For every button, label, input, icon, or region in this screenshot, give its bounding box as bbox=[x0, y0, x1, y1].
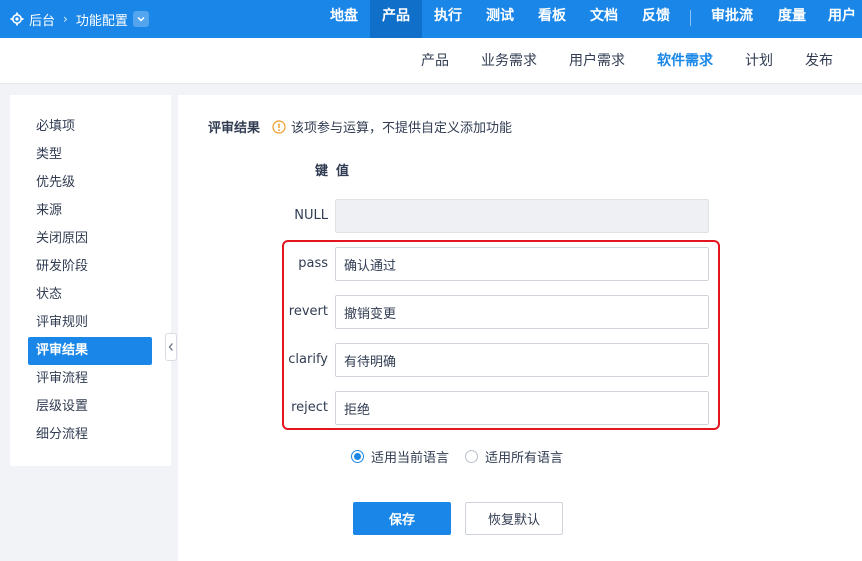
gear-icon bbox=[10, 12, 24, 26]
settings-sidebar: 必填项 类型 优先级 来源 关闭原因 研发阶段 状态 评审规则 评审结果 评审流… bbox=[10, 95, 171, 466]
column-header-key: 键 bbox=[315, 164, 329, 179]
nav-item-test[interactable]: 测试 bbox=[474, 0, 526, 38]
sidebar-item-status[interactable]: 状态 bbox=[28, 281, 152, 309]
row-key-null: NULL bbox=[294, 208, 328, 223]
nav-item-product[interactable]: 产品 bbox=[370, 0, 422, 38]
sidebar-item-required[interactable]: 必填项 bbox=[28, 113, 152, 141]
sidebar-item-close-reason[interactable]: 关闭原因 bbox=[28, 225, 152, 253]
value-input-reject[interactable] bbox=[335, 391, 709, 425]
sidebar-collapse-button[interactable] bbox=[165, 333, 177, 361]
subnav-product[interactable]: 产品 bbox=[421, 38, 449, 84]
sidebar-item-sub-flow[interactable]: 细分流程 bbox=[28, 421, 152, 449]
radio-dot[interactable] bbox=[465, 450, 479, 463]
sub-navbar: 产品 业务需求 用户需求 软件需求 计划 发布 bbox=[0, 38, 862, 84]
row-key-revert: revert bbox=[288, 304, 328, 319]
top-navbar: 后台 › 功能配置 地盘 产品 执行 测试 看板 文档 反馈 审批流 度量 用户 bbox=[0, 0, 862, 38]
home-link[interactable]: 后台 bbox=[29, 10, 55, 29]
chevron-left-icon bbox=[168, 343, 173, 351]
nav-divider bbox=[690, 10, 691, 26]
main-panel: 评审结果 该项参与运算，不提供自定义添加功能 键 值 NULL pass rev… bbox=[178, 95, 862, 561]
hint-text: 该项参与运算，不提供自定义添加功能 bbox=[291, 121, 513, 136]
info-icon bbox=[272, 119, 286, 134]
value-input-revert[interactable] bbox=[335, 295, 709, 329]
sidebar-item-type[interactable]: 类型 bbox=[28, 141, 152, 169]
sidebar-item-review-flow[interactable]: 评审流程 bbox=[28, 365, 152, 393]
breadcrumb-current[interactable]: 功能配置 bbox=[76, 10, 128, 29]
radio-label: 适用当前语言 bbox=[371, 451, 450, 466]
language-scope-radio-group: 适用当前语言 适用所有语言 bbox=[351, 447, 579, 466]
radio-label: 适用所有语言 bbox=[485, 451, 564, 466]
nav-item-users[interactable]: 用户 bbox=[820, 0, 862, 38]
value-input-pass[interactable] bbox=[335, 247, 709, 281]
chevron-down-icon[interactable] bbox=[132, 11, 149, 27]
nav-item-approval[interactable]: 审批流 bbox=[700, 0, 764, 38]
reset-default-button[interactable]: 恢复默认 bbox=[465, 502, 563, 535]
section-title: 评审结果 bbox=[208, 121, 261, 136]
nav-item-execution[interactable]: 执行 bbox=[422, 0, 474, 38]
subnav-software-requirement[interactable]: 软件需求 bbox=[657, 38, 713, 84]
row-key-pass: pass bbox=[298, 256, 328, 271]
subnav-business-requirement[interactable]: 业务需求 bbox=[481, 38, 537, 84]
save-button[interactable]: 保存 bbox=[353, 502, 451, 535]
nav-item-doc[interactable]: 文档 bbox=[578, 0, 630, 38]
column-header-value: 值 bbox=[336, 164, 350, 179]
hint: 该项参与运算，不提供自定义添加功能 bbox=[272, 117, 512, 136]
subnav-plan[interactable]: 计划 bbox=[745, 38, 773, 84]
nav-item-feedback[interactable]: 反馈 bbox=[630, 0, 682, 38]
nav-item-kanban[interactable]: 看板 bbox=[526, 0, 578, 38]
breadcrumb: 后台 › 功能配置 bbox=[10, 0, 149, 38]
value-input-null bbox=[335, 199, 709, 233]
sidebar-item-level-settings[interactable]: 层级设置 bbox=[28, 393, 152, 421]
sidebar-item-review-result[interactable]: 评审结果 bbox=[28, 337, 152, 365]
radio-all-languages[interactable]: 适用所有语言 bbox=[465, 447, 563, 466]
row-key-clarify: clarify bbox=[288, 352, 328, 367]
sidebar-item-priority[interactable]: 优先级 bbox=[28, 169, 152, 197]
nav-item-dashboard[interactable]: 地盘 bbox=[318, 0, 370, 38]
nav-item-metrics[interactable]: 度量 bbox=[766, 0, 818, 38]
radio-dot-checked[interactable] bbox=[351, 450, 364, 463]
sidebar-item-review-rules[interactable]: 评审规则 bbox=[28, 309, 152, 337]
sidebar-item-dev-stage[interactable]: 研发阶段 bbox=[28, 253, 152, 281]
radio-current-language[interactable]: 适用当前语言 bbox=[351, 447, 449, 466]
subnav-release[interactable]: 发布 bbox=[805, 38, 833, 84]
chevron-right-icon: › bbox=[63, 12, 68, 26]
sidebar-item-source[interactable]: 来源 bbox=[28, 197, 152, 225]
value-input-clarify[interactable] bbox=[335, 343, 709, 377]
row-key-reject: reject bbox=[291, 400, 328, 415]
subnav-user-requirement[interactable]: 用户需求 bbox=[569, 38, 625, 84]
